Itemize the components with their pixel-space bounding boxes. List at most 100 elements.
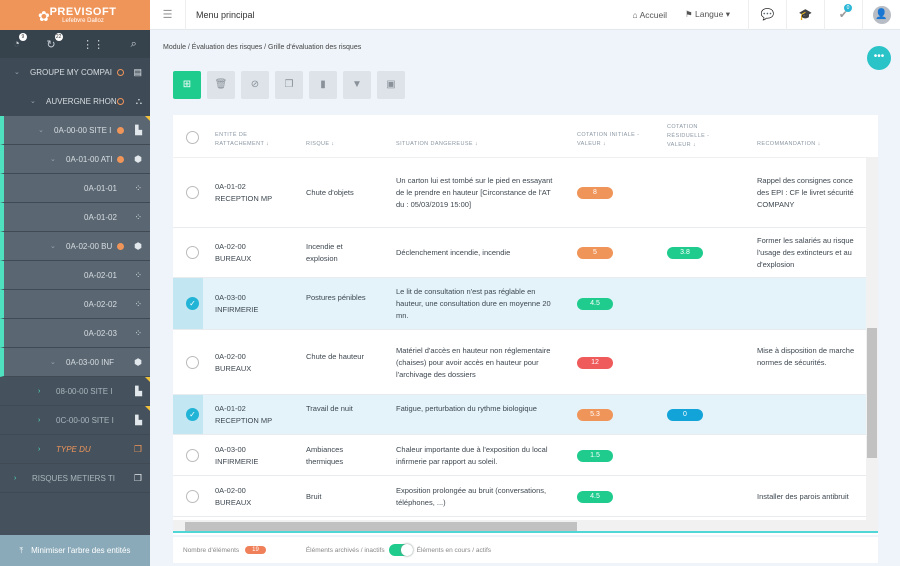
tree-item[interactable]: 0A-02-03 ⁘ xyxy=(0,319,150,348)
row-checkbox[interactable] xyxy=(186,448,199,462)
grid-icon[interactable]: ⋮⋮ xyxy=(82,38,104,51)
layers-icon: ❐ xyxy=(133,443,142,454)
row-checkbox[interactable] xyxy=(186,489,199,503)
chevron-right-icon[interactable]: › xyxy=(38,388,48,395)
workstation-icon: ⁘ xyxy=(134,298,142,309)
more-actions-button[interactable]: ••• xyxy=(867,46,891,70)
chevron-down-icon[interactable]: ⌄ xyxy=(50,358,60,366)
chat-button[interactable]: 💬 xyxy=(748,0,786,30)
tree-item[interactable]: 0A-02-02 ⁘ xyxy=(0,290,150,319)
tree-item[interactable]: ⌄ 0A-03-00 INF ⬢ xyxy=(0,348,150,377)
archive-button[interactable]: ▮ xyxy=(309,71,337,99)
cell-situation: Le lit de consultation n'est pas réglabl… xyxy=(396,287,551,320)
table-row[interactable]: ✓ 0A-01-02 RECEPTION MP Travail de nuit … xyxy=(173,395,866,435)
sidebar-toolbar: ◔ 9 ↻ 22 ⋮⋮ ⌕ xyxy=(0,30,150,58)
avatar: 👤 xyxy=(872,5,891,24)
workstation-icon: ⁘ xyxy=(134,211,142,222)
tree-item[interactable]: ⌄ 0A-01-00 ATI ⬢ xyxy=(0,145,150,174)
cell-entity: 0A-01-02 RECEPTION MP xyxy=(215,182,273,203)
tree-item[interactable]: ⌄ AUVERGNE RHON ⛬ xyxy=(0,87,150,116)
col-entity[interactable]: ENTITÉ DE RATTACHEMENT ↓ xyxy=(215,131,285,149)
home-link[interactable]: ⌂ Accueil xyxy=(633,10,667,20)
cell-situation: Matériel d'accès en hauteur non réglemen… xyxy=(396,345,551,379)
select-all-checkbox[interactable] xyxy=(186,131,199,144)
row-checkbox[interactable] xyxy=(186,246,199,259)
col-recommendation[interactable]: RECOMMANDATION ↓ xyxy=(757,140,821,149)
hide-button[interactable]: ⊘ xyxy=(241,71,269,99)
tree-item[interactable]: ⌄ 0A-00-00 SITE I ▙ xyxy=(0,116,150,145)
language-dropdown[interactable]: ⚑ Langue ▾ xyxy=(685,9,730,20)
tree-item[interactable]: ⌄ 0A-02-00 BU ⬢ xyxy=(0,232,150,261)
building-icon: ▤ xyxy=(133,66,142,77)
cell-risk: Ambiances thermiques xyxy=(306,444,344,466)
cell-risk: Bruit xyxy=(306,491,322,501)
cell-situation: Chaleur importante due à l'exposition du… xyxy=(396,444,548,466)
col-initial[interactable]: COTATION INITIALE - VALEUR ↓ xyxy=(577,131,649,149)
cell-recommendation: Mise à disposition de marche normes de s… xyxy=(757,345,855,367)
refresh-icon[interactable]: ↻ 22 xyxy=(46,32,63,51)
logo-gear-icon: ✿ xyxy=(38,8,50,24)
logo[interactable]: ✿ PREVISOFT Lefebvre Dalloz xyxy=(0,0,150,30)
tree-item[interactable]: › 0C-00-00 SITE I ▙ xyxy=(0,406,150,435)
chevron-down-icon[interactable]: ⌄ xyxy=(14,68,24,76)
row-checkbox[interactable] xyxy=(186,186,199,199)
chevron-right-icon[interactable]: › xyxy=(38,446,48,453)
col-situation[interactable]: SITUATION DANGEREUSE ↓ xyxy=(396,140,478,149)
initial-rating-badge: 4.5 xyxy=(577,490,613,503)
user-menu[interactable]: 👤 xyxy=(862,0,900,30)
training-button[interactable]: 🎓 xyxy=(786,0,824,30)
chevron-down-icon[interactable]: ⌄ xyxy=(30,97,40,105)
tree-item[interactable]: › TYPE DU ❐ xyxy=(0,435,150,464)
cell-situation: Déclenchement incendie, incendie xyxy=(396,248,511,257)
initial-rating-badge: 8 xyxy=(577,187,613,199)
chevron-down-icon[interactable]: ⌄ xyxy=(50,155,60,163)
check-circle-icon[interactable]: ◔ 9 xyxy=(13,33,27,50)
col-risk[interactable]: RISQUE ↓ xyxy=(306,140,335,149)
columns-button[interactable]: ▣ xyxy=(377,71,405,99)
table-row[interactable]: 0A-02-00 BUREAUX Incendie et explosion D… xyxy=(173,228,866,278)
cell-entity: 0A-03-00 INFIRMERIE xyxy=(215,444,259,466)
chevron-down-icon[interactable]: ⌄ xyxy=(50,242,60,250)
cell-entity: 0A-02-00 BUREAUX xyxy=(215,485,252,507)
table-header: ENTITÉ DE RATTACHEMENT ↓ RISQUE ↓ SITUAT… xyxy=(173,115,878,158)
table-row[interactable]: 0A-03-00 INFIRMERIE Ambiances thermiques… xyxy=(173,435,866,476)
delete-button[interactable]: 🗑 xyxy=(207,71,235,99)
add-button[interactable]: ⊞ xyxy=(173,71,201,99)
chevron-right-icon[interactable]: › xyxy=(14,475,24,482)
table-row[interactable]: 0A-02-00 BUREAUX Bruit Exposition prolon… xyxy=(173,476,866,517)
chat-icon: 💬 xyxy=(760,9,775,21)
hamburger-menu-icon[interactable]: ☰ xyxy=(150,0,186,30)
table-row[interactable]: 0A-01-02 RECEPTION MP Chute d'objets Un … xyxy=(173,158,866,228)
tasks-button[interactable]: ✔ 0 xyxy=(824,0,862,30)
initial-rating-badge: 5 xyxy=(577,247,613,259)
col-residual[interactable]: COTATION RÉSIDUELLE - VALEUR ↓ xyxy=(667,123,729,150)
scroll-thumb[interactable] xyxy=(867,328,877,458)
chevron-right-icon[interactable]: › xyxy=(38,417,48,424)
vertical-scrollbar[interactable] xyxy=(866,158,878,520)
cell-risk: Chute de hauteur xyxy=(306,351,364,361)
row-checkbox[interactable]: ✓ xyxy=(186,408,199,421)
horizontal-scrollbar[interactable] xyxy=(173,520,878,533)
layers-icon: ❐ xyxy=(133,472,142,483)
duplicate-button[interactable]: ❐ xyxy=(275,71,303,99)
tree-item[interactable]: ⌄ GROUPE MY COMPAI ▤ xyxy=(0,58,150,87)
table-row[interactable]: 0A-02-00 BUREAUX Chute de hauteur Matéri… xyxy=(173,330,866,395)
row-checkbox[interactable] xyxy=(186,355,199,369)
table-row[interactable]: ✓ 0A-03-00 INFIRMERIE Postures pénibles … xyxy=(173,278,866,330)
filter-button[interactable]: ▼ xyxy=(343,71,371,99)
topbar: ☰ Menu principal ⌂ Accueil ⚑ Langue ▾ 💬 … xyxy=(150,0,900,30)
chevron-down-icon[interactable]: ⌄ xyxy=(38,126,48,134)
tree-item[interactable]: 0A-01-02 ⁘ xyxy=(0,203,150,232)
home-icon: ⌂ xyxy=(632,9,638,20)
tree-item[interactable]: › 08-00-00 SITE I ▙ xyxy=(0,377,150,406)
search-icon[interactable]: ⌕ xyxy=(131,38,137,51)
row-checkbox[interactable]: ✓ xyxy=(186,297,199,310)
active-toggle[interactable] xyxy=(388,544,413,556)
tree-item[interactable]: 0A-02-01 ⁘ xyxy=(0,261,150,290)
status-dot xyxy=(117,242,124,250)
risk-table: ENTITÉ DE RATTACHEMENT ↓ RISQUE ↓ SITUAT… xyxy=(173,115,878,535)
tree-item[interactable]: › RISQUES METIERS TI ❐ xyxy=(0,464,150,493)
minimize-tree-button[interactable]: ⤒ Minimiser l'arbre des entités xyxy=(0,535,150,566)
scroll-thumb[interactable] xyxy=(185,522,577,531)
tree-item[interactable]: 0A-01-01 ⁘ xyxy=(0,174,150,203)
